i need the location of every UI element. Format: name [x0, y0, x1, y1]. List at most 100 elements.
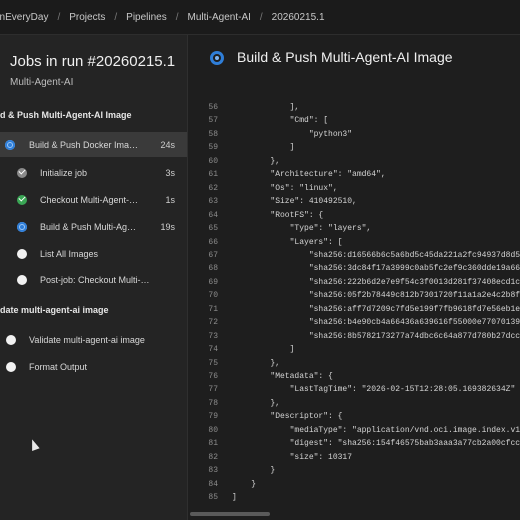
pending-icon	[17, 248, 27, 259]
line-number: 64	[208, 210, 218, 220]
log-panel: Build & Push Multi-Agent-AI Image 56 ], 5…	[188, 35, 520, 520]
step-duration: 1s	[165, 194, 175, 205]
line-number: 79	[208, 412, 218, 422]
line-text: "python3"	[232, 129, 353, 139]
line-number: 59	[208, 143, 218, 153]
line-text: ]	[232, 493, 237, 503]
breadcrumb-bar: onEveryDay / Projects / Pipelines / Mult…	[0, 0, 520, 35]
stage-build[interactable]: d & Push Multi-Agent-AI Image	[0, 110, 132, 120]
line-text: },	[232, 398, 281, 408]
mouse-cursor-icon	[28, 437, 40, 452]
jobs-panel: Jobs in run #20260215.1 Multi-Agent-AI d…	[0, 35, 188, 520]
breadcrumb-pipeline[interactable]: Multi-Agent-AI	[179, 12, 260, 23]
breadcrumb-run[interactable]: 20260215.1	[263, 12, 334, 23]
line-number: 57	[208, 116, 218, 126]
step-label: Format Output	[29, 361, 88, 372]
line-number: 84	[208, 479, 218, 489]
line-text: },	[232, 358, 281, 368]
step-duration: 24s	[160, 139, 175, 150]
line-number: 68	[208, 264, 218, 274]
job-validate-image[interactable]: Validate multi-agent-ai image	[0, 327, 187, 352]
step-post-job-checkout[interactable]: Post-job: Checkout Multi-…	[0, 267, 187, 292]
line-text: "Cmd": [	[232, 116, 329, 126]
line-text: "sha256:3dc84f17a3999c0ab5fc2ef9c360dde1…	[232, 264, 520, 274]
line-number: 85	[208, 493, 218, 503]
line-number: 62	[208, 183, 218, 193]
line-number: 70	[208, 291, 218, 301]
step-duration: 19s	[160, 221, 175, 232]
line-text: "mediaType": "application/vnd.oci.image.…	[232, 425, 520, 435]
line-number: 60	[208, 156, 218, 166]
pending-icon	[17, 274, 27, 285]
line-number: 82	[208, 452, 218, 462]
breadcrumb-org[interactable]: onEveryDay	[0, 12, 57, 23]
line-text: "sha256:8b5782173277a74dbc6c64a877d780b2…	[232, 331, 520, 341]
job-format-output[interactable]: Format Output	[0, 354, 187, 379]
line-number: 77	[208, 385, 218, 395]
step-checkout[interactable]: Checkout Multi-Agent-… 1s	[0, 187, 187, 212]
log-title: Build & Push Multi-Agent-AI Image	[237, 49, 453, 65]
line-text: "Architecture": "amd64",	[232, 170, 386, 180]
breadcrumb-projects[interactable]: Projects	[60, 12, 114, 23]
line-text: "size": 10317	[232, 452, 353, 462]
line-number: 78	[208, 398, 218, 408]
step-label: List All Images	[40, 248, 99, 259]
line-text: "Descriptor": {	[232, 412, 343, 422]
step-initialize-job[interactable]: Initialize job 3s	[0, 160, 187, 185]
line-number: 58	[208, 129, 218, 139]
running-icon	[210, 51, 224, 65]
line-text: "LastTagTime": "2026-02-15T12:28:05.1693…	[232, 385, 516, 395]
horizontal-scrollbar[interactable]	[190, 512, 270, 516]
line-text: },	[232, 156, 281, 166]
step-label: Build & Push Docker Ima…	[29, 139, 139, 150]
line-number: 72	[208, 318, 218, 328]
line-text: }	[232, 479, 257, 489]
line-text: }	[232, 466, 276, 476]
line-number: 80	[208, 425, 218, 435]
breadcrumb-pipelines[interactable]: Pipelines	[117, 12, 176, 23]
line-number: 83	[208, 466, 218, 476]
job-build-push-docker[interactable]: Build & Push Docker Ima… 24s	[0, 132, 187, 157]
line-number: 66	[208, 237, 218, 247]
line-number: 63	[208, 197, 218, 207]
line-number: 67	[208, 250, 218, 260]
line-number: 69	[208, 277, 218, 287]
line-number: 76	[208, 372, 218, 381]
step-duration: 3s	[165, 167, 175, 178]
step-label: Validate multi-agent-ai image	[29, 334, 145, 345]
line-text: "Layers": [	[232, 237, 343, 247]
line-text: "digest": "sha256:154f46575bab3aaa3a77cb…	[232, 439, 520, 449]
line-text: "Metadata": {	[232, 372, 333, 381]
line-text: ],	[232, 103, 300, 112]
line-text: ]	[232, 143, 295, 153]
running-icon	[17, 221, 27, 232]
step-list-all-images[interactable]: List All Images	[0, 241, 187, 266]
line-text: "sha256:b4e90cb4a66436a639616f55000e7707…	[232, 318, 520, 328]
line-number: 56	[208, 103, 218, 112]
line-text: "Size": 410492510,	[232, 197, 357, 207]
stage-validate[interactable]: date multi-agent-ai image	[0, 305, 109, 315]
line-number: 65	[208, 224, 218, 234]
pending-icon	[6, 361, 16, 372]
line-number: 73	[208, 331, 218, 341]
line-text: "Os": "linux",	[232, 183, 338, 193]
step-label: Build & Push Multi-Ag…	[40, 221, 137, 232]
line-text: "sha256:d16566b6c5a6bd5c45da221a2fc94937…	[232, 250, 520, 260]
check-icon	[17, 166, 27, 178]
line-number: 81	[208, 439, 218, 449]
line-number: 71	[208, 304, 218, 314]
line-number: 74	[208, 345, 218, 355]
line-text: "Type": "layers",	[232, 224, 372, 234]
running-icon	[5, 139, 15, 150]
step-label: Initialize job	[40, 167, 88, 178]
step-build-push-image[interactable]: Build & Push Multi-Ag… 19s	[0, 214, 187, 239]
line-text: "sha256:aff7d7209c7fd5e199f7fb9618fd7e56…	[232, 304, 520, 314]
line-number: 61	[208, 170, 218, 180]
line-text: "sha256:222b6d2e7e9f54c3f0013d281f37408e…	[232, 277, 520, 287]
pending-icon	[6, 334, 16, 345]
step-label: Post-job: Checkout Multi-…	[40, 274, 150, 285]
line-number: 75	[208, 358, 218, 368]
step-label: Checkout Multi-Agent-…	[40, 194, 139, 205]
line-text: "sha256:05f2b78449c812b7301720f11a1a2e4c…	[232, 291, 520, 301]
success-check-icon	[17, 193, 27, 205]
